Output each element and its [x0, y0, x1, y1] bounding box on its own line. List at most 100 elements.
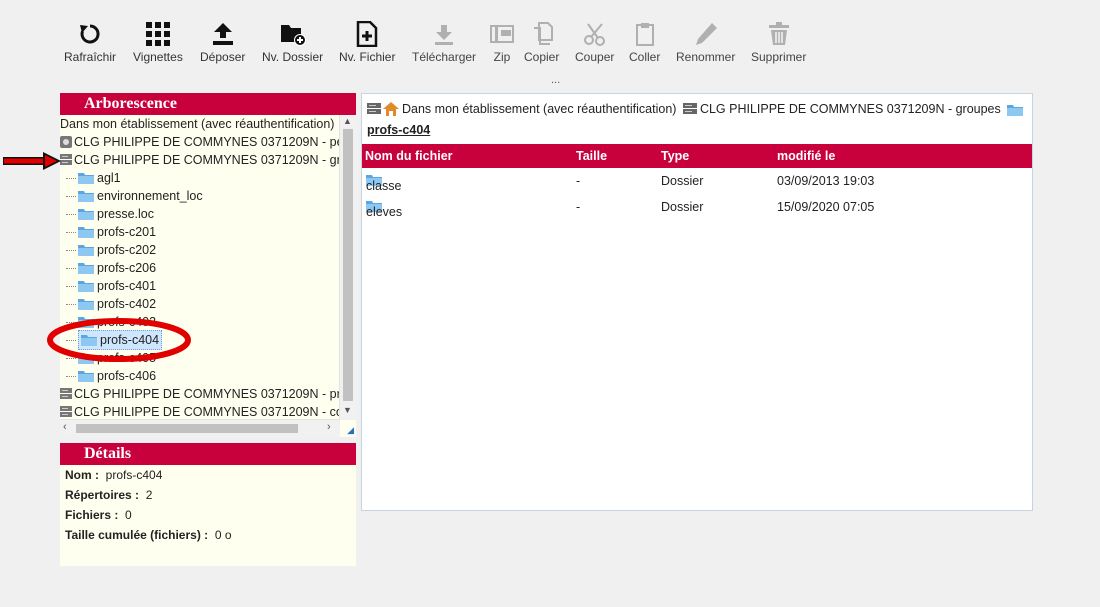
scroll-up-icon[interactable]: ▲	[343, 116, 352, 126]
folder-icon	[78, 209, 94, 220]
tree-item-comr[interactable]: CLG PHILIPPE DE COMMYNES 0371209N - comr	[60, 403, 340, 420]
server-icon	[60, 388, 72, 399]
folder-icon	[1007, 105, 1024, 116]
zip-button[interactable]: Zip	[490, 20, 514, 64]
detail-key: Nom :	[65, 468, 99, 482]
scrollbar-thumb[interactable]	[343, 129, 353, 401]
file-type: Dossier	[661, 174, 704, 188]
scroll-left-icon[interactable]: ‹	[63, 421, 67, 433]
file-name-cell: eleves	[366, 200, 402, 219]
tree-item-c202[interactable]: profs-c202	[66, 241, 156, 259]
folder-icon	[78, 281, 94, 292]
tree-item-label: CLG PHILIPPE DE COMMYNES 0371209N - pers…	[74, 135, 340, 149]
breadcrumb-root[interactable]: Dans mon établissement (avec réauthentif…	[367, 100, 676, 118]
tree-vertical-scrollbar[interactable]: ▲ ▼	[339, 115, 356, 420]
tree-item-label: profs-c206	[97, 261, 157, 275]
detail-value: 0 o	[214, 528, 232, 542]
annotation-ellipse	[47, 318, 191, 362]
scrollbar-thumb[interactable]	[76, 424, 298, 433]
breadcrumb-current[interactable]: profs-c404	[367, 123, 430, 137]
breadcrumb-root-label: Dans mon établissement (avec réauthentif…	[402, 102, 677, 116]
file-list-panel: Dans mon établissement (avec réauthentif…	[361, 93, 1033, 511]
tree-item-root[interactable]: Dans mon établissement (avec réauthentif…	[60, 115, 334, 133]
annotation-arrow-icon	[3, 152, 61, 170]
col-name[interactable]: Nom du fichier	[365, 149, 453, 163]
tree-item-c406[interactable]: profs-c406	[66, 367, 156, 385]
scroll-right-icon[interactable]: ›	[327, 421, 331, 433]
tree-item-label: profs-c201	[97, 225, 157, 239]
breadcrumb-share[interactable]: CLG PHILIPPE DE COMMYNES 0371209N - grou…	[682, 100, 1001, 118]
refresh-icon	[80, 24, 100, 44]
detail-total-size: Taille cumulée (fichiers) : 0 o	[65, 528, 232, 542]
tree-item-profe[interactable]: CLG PHILIPPE DE COMMYNES 0371209N - prof…	[60, 385, 340, 403]
delete-button[interactable]: Supprimer	[751, 20, 806, 64]
paste-button[interactable]: Coller	[629, 20, 660, 64]
pencil-icon	[695, 23, 717, 45]
detail-name: Nom : profs-c404	[65, 468, 162, 482]
folder-icon	[78, 263, 94, 274]
tree-item-perso[interactable]: CLG PHILIPPE DE COMMYNES 0371209N - pers…	[60, 133, 340, 151]
upload-icon	[212, 23, 233, 45]
tree-panel: Dans mon établissement (avec réauthentif…	[60, 115, 356, 437]
cut-button[interactable]: Couper	[575, 20, 614, 64]
tree-item-agl1[interactable]: agl1	[66, 169, 121, 187]
detail-value: 2	[145, 488, 153, 502]
file-type: Dossier	[661, 200, 704, 214]
thumbnails-button[interactable]: Vignettes	[133, 20, 183, 64]
new-file-button[interactable]: Nv. Fichier	[339, 20, 395, 64]
table-row[interactable]: classe - Dossier 03/09/2013 19:03	[362, 169, 1032, 193]
tree-item-label: agl1	[97, 171, 121, 185]
file-name: classe	[366, 179, 402, 193]
server-icon	[367, 103, 381, 114]
folder-icon	[78, 245, 94, 256]
col-size[interactable]: Taille	[576, 149, 607, 163]
copy-button[interactable]: Copier	[524, 20, 559, 64]
col-type[interactable]: Type	[661, 149, 689, 163]
file-size: -	[576, 200, 581, 214]
tree-item-presse[interactable]: presse.loc	[66, 205, 154, 223]
detail-value: 0	[125, 508, 132, 522]
col-modified[interactable]: modifié le	[777, 149, 835, 163]
resize-handle-icon[interactable]: ◢	[347, 425, 354, 436]
folder-icon	[78, 299, 94, 310]
download-button[interactable]: Télécharger	[412, 20, 476, 64]
detail-key: Répertoires :	[65, 488, 140, 502]
tree-item-label: profs-c406	[97, 369, 157, 383]
folder-icon	[78, 227, 94, 238]
new-file-icon	[356, 21, 378, 47]
tree-item-label: profs-c401	[97, 279, 157, 293]
tree-item-label: environnement_loc	[97, 189, 203, 203]
table-row[interactable]: eleves - Dossier 15/09/2020 07:05	[362, 195, 1032, 219]
tree-horizontal-scrollbar[interactable]: ‹ ›	[60, 419, 340, 437]
scroll-down-icon[interactable]: ▼	[343, 405, 352, 415]
new-folder-button[interactable]: Nv. Dossier	[262, 20, 323, 64]
detail-key: Taille cumulée (fichiers) :	[65, 528, 209, 542]
tree-item-label: CLG PHILIPPE DE COMMYNES 0371209N - prof…	[74, 387, 340, 401]
file-name-cell: classe	[366, 174, 401, 193]
tree-item-label: Dans mon établissement (avec réauthentif…	[60, 117, 335, 131]
tree-item-c201[interactable]: profs-c201	[66, 223, 156, 241]
folder-icon	[78, 371, 94, 382]
tree-item-environnement[interactable]: environnement_loc	[66, 187, 203, 205]
refresh-button[interactable]: Rafraîchir	[64, 20, 116, 64]
details-title: Détails	[60, 443, 356, 465]
disk-icon	[60, 136, 72, 148]
toolbar-more[interactable]: ...	[551, 74, 560, 86]
tree-item-c206[interactable]: profs-c206	[66, 259, 156, 277]
file-modified: 15/09/2020 07:05	[777, 200, 875, 214]
breadcrumb-folder-icon-wrap	[1007, 104, 1024, 116]
zip-icon	[490, 25, 514, 43]
server-icon	[682, 103, 697, 114]
tree-item-c402[interactable]: profs-c402	[66, 295, 156, 313]
home-icon	[383, 102, 399, 116]
tree-item-label: CLG PHILIPPE DE COMMYNES 0371209N - comr	[74, 405, 340, 419]
scissors-icon	[583, 23, 605, 46]
rename-button[interactable]: Renommer	[676, 20, 735, 64]
tree-item-groupes[interactable]: CLG PHILIPPE DE COMMYNES 0371209N - grou…	[60, 151, 340, 169]
detail-key: Fichiers :	[65, 508, 119, 522]
file-name: eleves	[366, 205, 403, 219]
upload-button[interactable]: Déposer	[200, 20, 245, 64]
tree-item-c401[interactable]: profs-c401	[66, 277, 156, 295]
trash-icon	[768, 22, 789, 45]
detail-value: profs-c404	[105, 468, 163, 482]
